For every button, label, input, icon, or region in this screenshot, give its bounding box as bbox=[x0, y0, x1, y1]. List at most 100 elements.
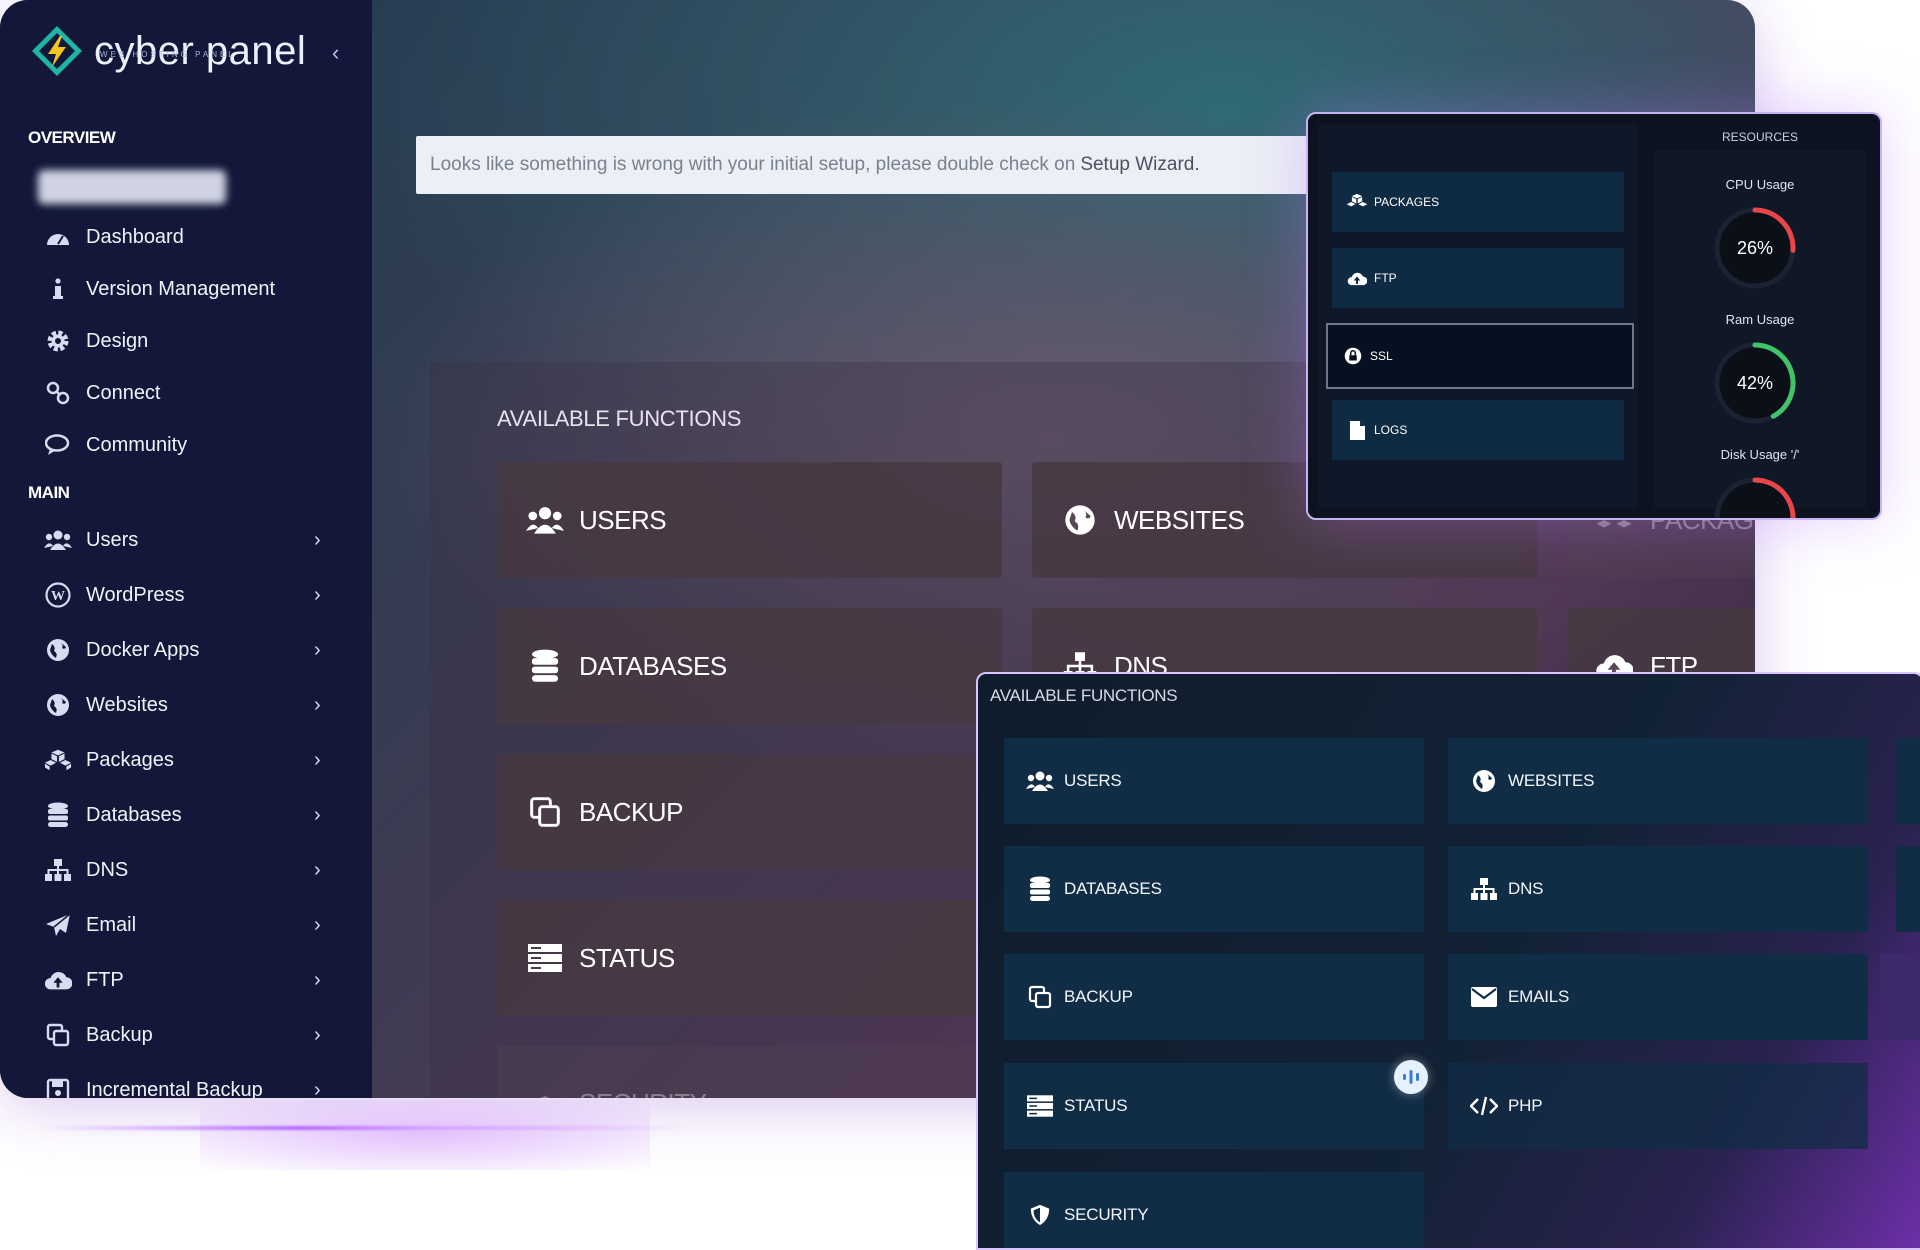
function-tile-security[interactable]: SECURITY bbox=[497, 1046, 1002, 1098]
sidebar-item-dashboard[interactable]: Dashboard bbox=[0, 217, 372, 257]
sidebar-item-connect[interactable]: Connect bbox=[0, 373, 372, 413]
sidebar-item-databases[interactable]: Databases › bbox=[0, 795, 372, 835]
chevron-right-icon: › bbox=[314, 638, 321, 661]
section-title-main: MAIN bbox=[28, 483, 70, 502]
sidebar-item-label: Databases bbox=[86, 803, 182, 826]
link-icon bbox=[44, 379, 72, 407]
database-icon bbox=[1026, 875, 1054, 903]
sidebar-item-label: Websites bbox=[86, 693, 168, 716]
sidebar-item-users[interactable]: Users › bbox=[0, 520, 372, 560]
function-label: DNS bbox=[1508, 879, 1544, 898]
globe-icon bbox=[1470, 767, 1498, 795]
chevron-right-icon: › bbox=[314, 968, 321, 991]
quick-link-packages[interactable]: PACKAGES bbox=[1332, 172, 1624, 232]
wordpress-icon: W bbox=[44, 581, 72, 609]
chevron-right-icon: › bbox=[314, 748, 321, 771]
blurred-username bbox=[38, 170, 226, 204]
sidebar-item-incremental-backup[interactable]: Incremental Backup › bbox=[0, 1070, 372, 1098]
chevron-right-icon: › bbox=[314, 858, 321, 881]
sidebar-item-label: Design bbox=[86, 329, 149, 352]
function-label: EMAILS bbox=[1508, 987, 1570, 1006]
function-tile-backup[interactable]: BACKUP bbox=[497, 754, 1002, 870]
globe-icon bbox=[44, 636, 72, 664]
setup-warning-alert: Looks like something is wrong with your … bbox=[416, 136, 1316, 194]
copy-icon bbox=[1026, 983, 1054, 1011]
function-card-databases[interactable]: DATABASES bbox=[1004, 846, 1424, 932]
function-label: DATABASES bbox=[1064, 879, 1162, 898]
sitemap-icon bbox=[44, 856, 72, 884]
cubes-icon bbox=[1346, 191, 1368, 213]
sidebar-item-version-management[interactable]: Version Management bbox=[0, 269, 372, 309]
cpu-usage-label: CPU Usage bbox=[1725, 177, 1795, 192]
code-icon bbox=[1470, 1092, 1498, 1120]
function-card-edge bbox=[1896, 738, 1920, 824]
sidebar-item-email[interactable]: Email › bbox=[0, 905, 372, 945]
svg-text:W: W bbox=[51, 589, 65, 604]
sidebar-item-packages[interactable]: Packages › bbox=[0, 740, 372, 780]
function-card-security[interactable]: SECURITY bbox=[1004, 1172, 1424, 1248]
setup-wizard-link[interactable]: Setup Wizard. bbox=[1080, 154, 1199, 176]
disk-usage-label: Disk Usage '/' bbox=[1720, 447, 1800, 462]
function-card-users[interactable]: USERS bbox=[1004, 738, 1424, 824]
chevron-right-icon: › bbox=[314, 583, 321, 606]
quick-link-ftp[interactable]: FTP bbox=[1332, 248, 1624, 308]
voice-assistant-icon[interactable] bbox=[1394, 1060, 1428, 1094]
brand-subtitle: WEB HOSTING PANEL bbox=[100, 50, 236, 59]
server-icon bbox=[1026, 1092, 1054, 1120]
copy-icon bbox=[525, 792, 565, 832]
quick-link-logs[interactable]: LOGS bbox=[1332, 400, 1624, 460]
function-label: BACKUP bbox=[579, 796, 683, 827]
function-card-websites[interactable]: WEBSITES bbox=[1448, 738, 1868, 824]
decorative-glow-line bbox=[40, 1126, 690, 1130]
database-icon bbox=[525, 646, 565, 686]
function-label: WEBSITES bbox=[1114, 504, 1245, 535]
function-tile-status[interactable]: STATUS bbox=[497, 900, 1002, 1016]
sidebar-item-ftp[interactable]: FTP › bbox=[0, 960, 372, 1000]
quick-link-ssl[interactable]: SSL bbox=[1326, 323, 1634, 389]
function-card-emails[interactable]: EMAILS bbox=[1448, 954, 1868, 1040]
gauge-track bbox=[1714, 477, 1796, 518]
sidebar-item-label: Backup bbox=[86, 1023, 153, 1046]
sidebar-item-label: DNS bbox=[86, 858, 129, 881]
disk-usage-gauge bbox=[1714, 477, 1796, 518]
function-label: SECURITY bbox=[579, 1088, 707, 1098]
server-icon bbox=[525, 938, 565, 978]
sidebar-item-label: Users bbox=[86, 528, 139, 551]
function-tile-databases[interactable]: DATABASES bbox=[497, 608, 1002, 724]
function-label: WEBSITES bbox=[1508, 771, 1595, 790]
lock-icon bbox=[1342, 345, 1364, 367]
sidebar-item-design[interactable]: Design bbox=[0, 321, 372, 361]
collapse-sidebar-icon[interactable]: ‹ bbox=[332, 40, 339, 66]
function-card-status[interactable]: STATUS bbox=[1004, 1063, 1424, 1149]
alert-text: Looks like something is wrong with your … bbox=[430, 154, 1076, 175]
decorative-glow bbox=[200, 1100, 650, 1170]
sidebar-item-community[interactable]: Community bbox=[0, 425, 372, 465]
sidebar-item-backup[interactable]: Backup › bbox=[0, 1015, 372, 1055]
function-card-php[interactable]: PHP bbox=[1448, 1063, 1868, 1149]
function-card-backup[interactable]: BACKUP bbox=[1004, 954, 1424, 1040]
users-icon bbox=[44, 526, 72, 554]
function-card-dns[interactable]: DNS bbox=[1448, 846, 1868, 932]
sidebar-item-label: Incremental Backup bbox=[86, 1078, 263, 1099]
resources-header: RESOURCES bbox=[1654, 124, 1866, 150]
sidebar-item-label: Email bbox=[86, 913, 137, 936]
functions-card-title: AVAILABLE FUNCTIONS bbox=[990, 686, 1178, 705]
chat-icon bbox=[44, 431, 72, 459]
cpu-usage-value: 26% bbox=[1736, 238, 1774, 258]
function-tile-users[interactable]: USERS bbox=[497, 462, 1002, 578]
cyberpanel-logo-icon bbox=[32, 26, 82, 76]
quick-link-label: SSL bbox=[1370, 349, 1393, 363]
function-card-edge bbox=[1896, 846, 1920, 932]
database-icon bbox=[44, 801, 72, 829]
sidebar-item-label: Connect bbox=[86, 381, 161, 404]
sidebar-item-websites[interactable]: Websites › bbox=[0, 685, 372, 725]
sidebar-item-label: Version Management bbox=[86, 277, 276, 300]
chevron-right-icon: › bbox=[314, 1078, 321, 1099]
sidebar-item-wordpress[interactable]: W WordPress › bbox=[0, 575, 372, 615]
shield-icon bbox=[1026, 1201, 1054, 1229]
resources-card: PACKAGES FTP SSL LOGS RESOURCES CPU Usag… bbox=[1306, 112, 1882, 520]
sidebar: cyber panel WEB HOSTING PANEL ‹ OVERVIEW… bbox=[0, 0, 372, 1098]
function-label: PHP bbox=[1508, 1096, 1543, 1115]
sidebar-item-dns[interactable]: DNS › bbox=[0, 850, 372, 890]
sidebar-item-docker-apps[interactable]: Docker Apps › bbox=[0, 630, 372, 670]
